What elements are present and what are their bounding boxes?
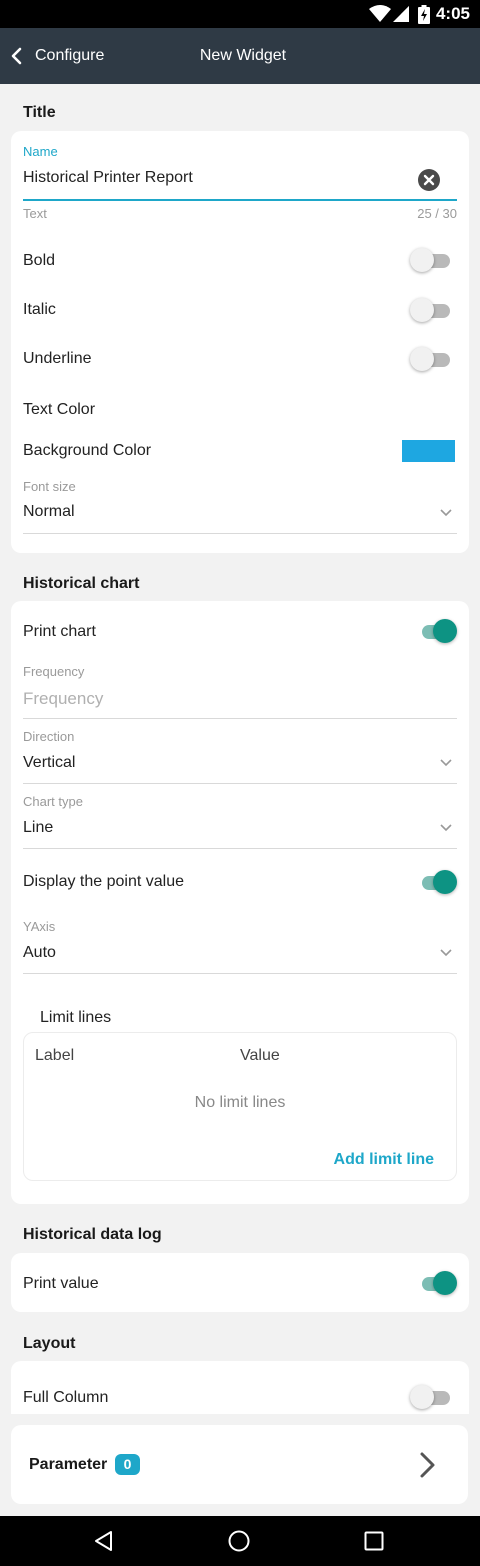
add-limit-line-button[interactable]: Add limit line <box>334 1151 434 1169</box>
signal-icon <box>393 6 409 22</box>
print-chart-label: Print chart <box>23 623 96 640</box>
divider <box>23 973 457 974</box>
name-input[interactable]: Historical Printer Report <box>23 169 193 187</box>
display-point-value-toggle[interactable] <box>416 869 458 895</box>
divider <box>23 848 457 849</box>
chevron-down-icon <box>440 824 452 832</box>
frequency-input[interactable]: Frequency <box>23 689 103 709</box>
wifi-icon <box>369 5 391 22</box>
title-card <box>11 131 469 553</box>
app-toolbar: Configure New Widget <box>0 28 480 84</box>
chevron-down-icon <box>440 759 452 767</box>
print-chart-toggle[interactable] <box>416 618 458 644</box>
recents-square-icon[interactable] <box>364 1531 384 1551</box>
character-counter: 25 / 30 <box>417 206 457 221</box>
full-column-label: Full Column <box>23 1389 109 1406</box>
frequency-label: Frequency <box>23 664 85 679</box>
italic-toggle[interactable] <box>410 297 452 323</box>
direction-select[interactable]: Vertical <box>23 754 75 772</box>
section-title-title: Title <box>23 104 56 121</box>
name-helper-text: Text <box>23 206 47 221</box>
section-title-historical-chart: Historical chart <box>23 575 140 592</box>
page-title: New Widget <box>199 47 287 64</box>
underline-toggle[interactable] <box>410 346 452 372</box>
divider <box>23 783 457 784</box>
bold-label: Bold <box>23 252 56 269</box>
print-value-toggle[interactable] <box>416 1270 458 1296</box>
system-navigation-bar <box>0 1516 480 1566</box>
parameter-label: Parameter <box>29 1456 108 1473</box>
empty-state-text: No limit lines <box>194 1094 286 1111</box>
background-color-swatch[interactable] <box>402 440 455 462</box>
name-input-underline <box>23 199 457 201</box>
clear-icon[interactable] <box>417 168 441 192</box>
section-title-data-log: Historical data log <box>23 1226 162 1243</box>
text-color-label[interactable]: Text Color <box>23 401 95 419</box>
name-field-label: Name <box>23 144 58 159</box>
divider <box>23 533 457 534</box>
column-header-label: Label <box>35 1047 75 1064</box>
yaxis-select[interactable]: Auto <box>23 944 56 962</box>
font-size-label: Font size <box>23 479 76 494</box>
yaxis-label: YAxis <box>23 919 56 934</box>
italic-label: Italic <box>23 301 56 318</box>
full-column-toggle[interactable] <box>410 1384 452 1410</box>
back-triangle-icon[interactable] <box>93 1530 115 1552</box>
status-time: 4:05 <box>435 4 470 23</box>
home-circle-icon[interactable] <box>228 1530 250 1552</box>
chevron-down-icon <box>440 949 452 957</box>
parameter-count-badge: 0 <box>115 1454 140 1475</box>
limit-lines-title: Limit lines <box>40 1009 112 1026</box>
underline-label: Underline <box>23 350 92 367</box>
parameter-row[interactable]: Parameter 0 <box>11 1425 468 1504</box>
divider <box>23 718 457 719</box>
column-header-value: Value <box>240 1047 280 1064</box>
font-size-select[interactable]: Normal <box>23 503 75 521</box>
print-value-label: Print value <box>23 1275 99 1292</box>
chevron-down-icon <box>440 509 452 517</box>
status-bar: 4:05 <box>0 0 480 28</box>
chart-type-label: Chart type <box>23 794 83 809</box>
chart-type-select[interactable]: Line <box>23 819 53 837</box>
background-color-label: Background Color <box>23 442 152 459</box>
display-point-value-label: Display the point value <box>23 873 184 890</box>
bold-toggle[interactable] <box>410 247 452 273</box>
limit-lines-table: Label Value No limit lines Add limit lin… <box>23 1032 457 1181</box>
direction-label: Direction <box>23 729 75 744</box>
section-title-layout: Layout <box>23 1335 76 1352</box>
battery-charging-icon <box>418 5 430 24</box>
chevron-right-icon <box>420 1452 435 1478</box>
